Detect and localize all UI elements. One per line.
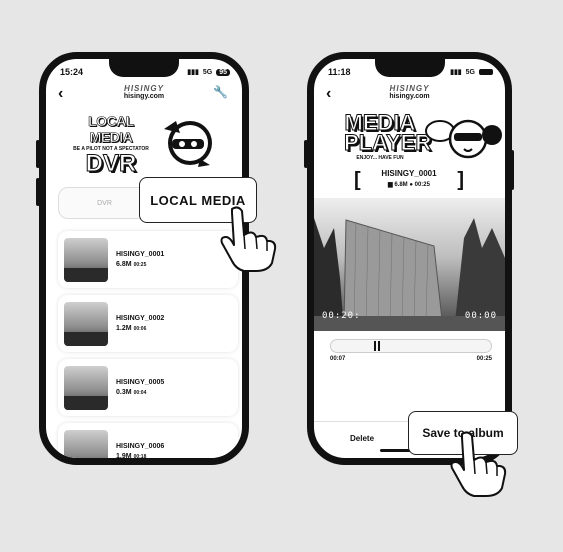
delete-button[interactable]: Delete <box>350 434 374 443</box>
current-file-header: [ ] HISINGY_0001 ▆ 6.8M ● 00:25 <box>354 167 464 195</box>
video-thumbnail <box>64 429 108 458</box>
file-item[interactable]: HISINGY_0005 0.3M 00:04 <box>58 359 238 416</box>
phone-notch <box>374 59 445 77</box>
local-media-logo: LOCAL MEDIA BE A PILOT NOT A SPECTATOR D… <box>66 113 156 178</box>
timecode-right: 00:00 <box>464 311 497 321</box>
total-time: 00:25 <box>476 356 492 362</box>
file-size: 1.2M <box>116 325 132 332</box>
file-item[interactable]: HISINGY_0001 6.8M 00:25 <box>58 231 238 288</box>
battery-icon: 95 <box>216 68 230 76</box>
pilot-mascot-illustration <box>164 121 212 167</box>
scrubber-handle[interactable] <box>374 341 380 351</box>
tab-dvr[interactable]: DVR <box>59 188 150 218</box>
brand-url: hisingy.com <box>389 93 430 100</box>
back-arrow-icon[interactable]: ‹ <box>326 85 331 103</box>
wrench-icon[interactable]: 🔧 <box>213 85 228 99</box>
phone-notch <box>109 59 179 77</box>
logo-line1: LOCAL MEDIA <box>88 113 135 146</box>
nav-bar: ‹ HISINGY hisingy.com 🔧 <box>58 83 230 105</box>
file-name: HISINGY_0005 <box>116 379 165 386</box>
logo-line2: PLAYER <box>344 130 432 155</box>
file-list: HISINGY_0001 6.8M 00:25 HISINGY_0002 1.2M… <box>58 231 238 460</box>
brand-logo: HISINGY hisingy.com <box>389 85 429 101</box>
current-file-name: HISINGY_0001 <box>381 169 437 178</box>
file-item[interactable]: HISINGY_0002 1.2M 00:06 <box>58 295 238 352</box>
timecode-left: 00:20: <box>322 311 361 321</box>
mascot-illustration <box>425 119 502 159</box>
file-item[interactable]: HISINGY_0006 1.9M 00:18 <box>58 423 238 460</box>
brand-url: hisingy.com <box>123 93 165 100</box>
video-thumbnail <box>64 237 108 282</box>
tap-hand-icon <box>220 206 277 272</box>
current-file-info: ▆ 6.8M ● 00:25 <box>354 181 464 188</box>
clock-icon: ● <box>409 182 413 188</box>
network-label: 5G <box>202 68 213 76</box>
logo-line2: DVR <box>85 150 137 178</box>
brand-name: HISINGY <box>389 84 430 93</box>
video-thumbnail <box>64 301 108 346</box>
file-duration: 00:06 <box>133 326 147 332</box>
file-duration: 00:04 <box>133 390 147 396</box>
tap-hand-icon <box>450 431 507 497</box>
playback-times: 00:07 00:25 <box>330 356 492 362</box>
signal-icon: ▮▮▮ <box>450 69 462 76</box>
file-duration: 00:25 <box>133 262 147 268</box>
logo-tagline: ENJOY... HAVE FUN <box>356 155 404 161</box>
current-file-size: 6.8M <box>394 182 408 188</box>
current-file-duration: 00:25 <box>414 182 430 188</box>
file-icon: ▆ <box>388 182 393 188</box>
video-preview[interactable]: 00:20: 00:00 <box>314 198 505 331</box>
file-name: HISINGY_0001 <box>116 251 165 258</box>
current-time: 00:07 <box>330 356 346 362</box>
phone-media-player: 11:18 ▮▮▮ 5G ‹ HISINGY hisingy.com MEDIA… <box>307 52 512 465</box>
playback-scrubber[interactable] <box>330 339 492 353</box>
nav-bar: ‹ HISINGY hisingy.com <box>326 83 493 105</box>
back-arrow-icon[interactable]: ‹ <box>58 85 63 103</box>
network-label: 5G <box>465 68 475 76</box>
file-size: 1.9M <box>116 453 132 460</box>
video-thumbnail <box>64 365 108 410</box>
battery-icon <box>479 69 493 75</box>
status-time: 11:18 <box>328 67 351 77</box>
file-size: 0.3M <box>116 389 132 396</box>
brand-name: HISINGY <box>124 84 164 93</box>
brand-logo: HISINGY hisingy.com <box>124 85 164 101</box>
file-size: 6.8M <box>116 261 132 268</box>
media-player-logo: MEDIA PLAYER ENJOY... HAVE FUN <box>344 111 432 161</box>
signal-icon: ▮▮▮ <box>187 69 199 76</box>
file-name: HISINGY_0006 <box>116 443 165 450</box>
file-duration: 00:18 <box>133 454 147 460</box>
file-name: HISINGY_0002 <box>116 315 165 322</box>
status-time: 15:24 <box>60 67 84 77</box>
